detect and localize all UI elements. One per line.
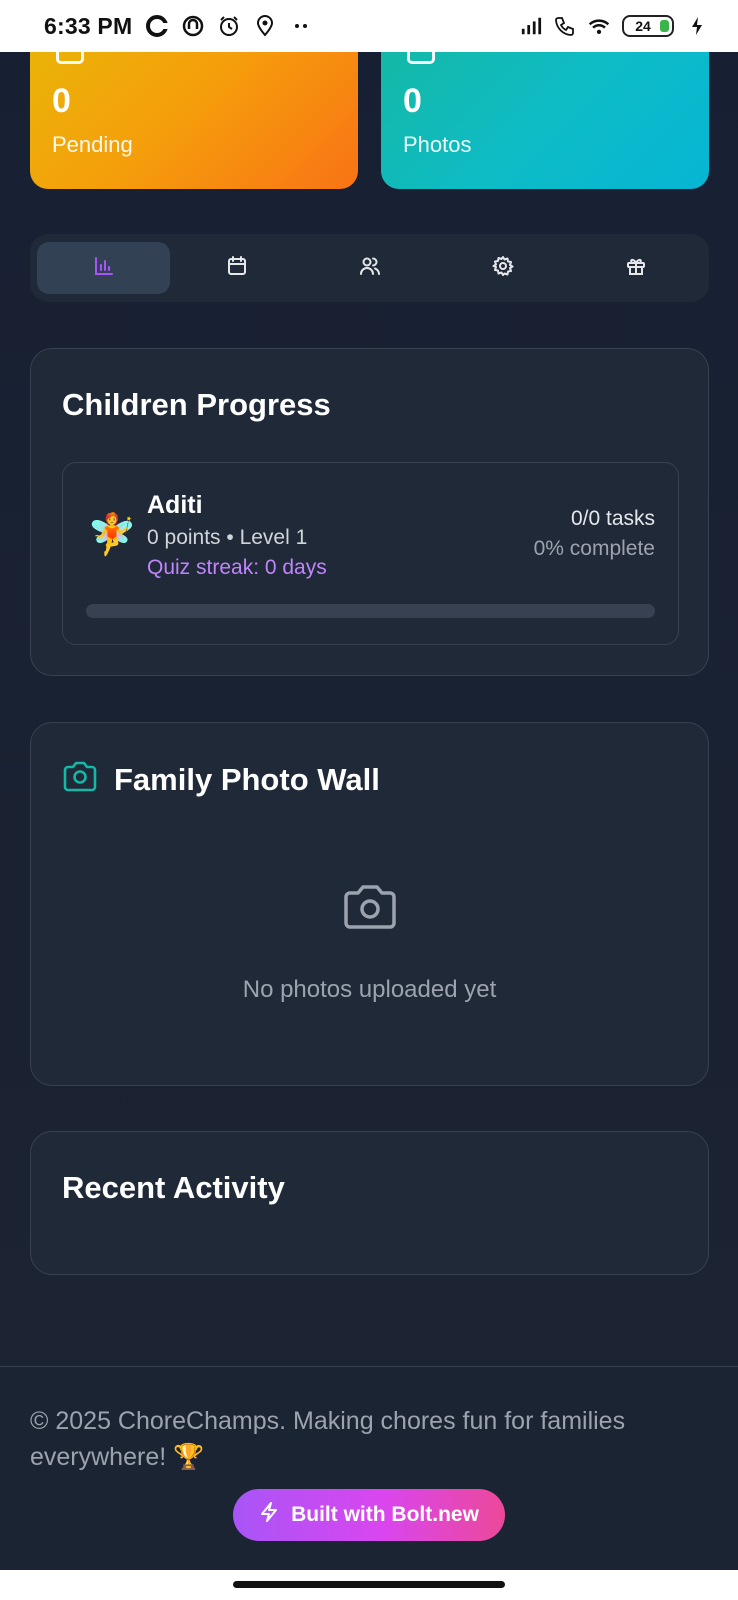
battery-level: 24 — [635, 18, 651, 34]
child-avatar: 🧚 — [87, 513, 137, 557]
child-progress-card[interactable]: 🧚 Aditi 0 points • Level 1 Quiz streak: … — [62, 462, 679, 645]
children-progress-panel: Children Progress 🧚 Aditi 0 points • Lev… — [30, 348, 709, 676]
pending-icon — [56, 46, 84, 64]
photos-stat-card: 0 Photos — [381, 46, 709, 189]
c-app-icon — [146, 15, 169, 37]
camera-icon — [62, 761, 98, 798]
wifi-calling-icon — [554, 15, 576, 37]
recent-activity-title: Recent Activity — [62, 1170, 285, 1205]
photos-label: Photos — [403, 132, 472, 157]
tab-calendar[interactable] — [170, 242, 303, 294]
bar-chart-icon — [93, 255, 115, 282]
child-name: Aditi — [147, 491, 203, 519]
child-progress-bar — [86, 604, 655, 618]
built-with-bolt-badge[interactable]: Built with Bolt.new — [233, 1489, 505, 1541]
calendar-icon — [226, 255, 248, 282]
photo-wall-empty-text: No photos uploaded yet — [242, 976, 497, 1003]
tab-family[interactable] — [303, 242, 436, 294]
tab-overview[interactable] — [37, 242, 170, 294]
battery-indicator: 24 — [622, 15, 674, 37]
child-points-level: 0 points • Level 1 — [147, 526, 308, 549]
footer-copyright: © 2025 ChoreChamps. Making chores fun fo… — [30, 1407, 626, 1471]
child-quiz-streak: Quiz streak: 0 days — [147, 556, 327, 579]
children-progress-title: Children Progress — [62, 387, 331, 422]
alarm-icon — [218, 15, 240, 37]
gear-icon — [492, 255, 514, 282]
pending-stat-card: 0 Pending — [30, 46, 358, 189]
status-bar: 6:33 PM 24 — [0, 0, 738, 52]
gift-icon — [625, 255, 647, 282]
pending-label: Pending — [52, 132, 133, 157]
child-task-count: 0/0 tasks — [570, 507, 655, 530]
location-icon — [254, 15, 276, 37]
tab-rewards[interactable] — [569, 242, 702, 294]
charging-icon — [686, 15, 708, 37]
home-indicator[interactable] — [233, 1581, 505, 1588]
footer: © 2025 ChoreChamps. Making chores fun fo… — [0, 1366, 738, 1570]
status-time: 6:33 PM — [44, 12, 133, 39]
bolt-badge-label: Built with Bolt.new — [291, 1503, 479, 1526]
sync-app-icon — [182, 15, 204, 37]
child-completion: 0% complete — [533, 537, 655, 560]
system-nav-bar — [0, 1570, 738, 1600]
recent-activity-panel: Recent Activity — [30, 1131, 709, 1275]
tab-settings[interactable] — [436, 242, 569, 294]
family-photo-wall-panel: Family Photo Wall No photos uploaded yet — [30, 722, 709, 1086]
camera-placeholder-icon — [342, 883, 398, 936]
dashboard-tab-bar — [30, 234, 709, 302]
photos-count: 0 — [403, 82, 422, 120]
lightning-icon — [259, 1501, 279, 1529]
pending-count: 0 — [52, 82, 71, 120]
signal-icon — [520, 15, 542, 37]
photo-wall-title: Family Photo Wall — [114, 761, 380, 797]
users-icon — [359, 255, 381, 282]
photos-icon — [407, 46, 435, 64]
more-notifications-icon — [290, 15, 312, 37]
wifi-icon — [588, 15, 610, 37]
